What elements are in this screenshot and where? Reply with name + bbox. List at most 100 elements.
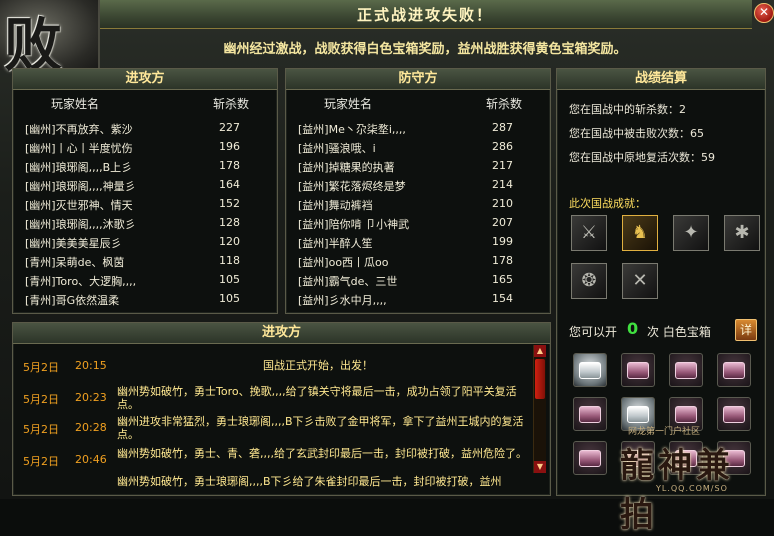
attack-player-name: [幽州]琅琊阁,,,,沐歌彡 bbox=[25, 218, 136, 231]
attack-kill-count: 227 bbox=[219, 121, 240, 134]
defense-kill-count: 165 bbox=[492, 273, 513, 286]
attack-kill-count: 105 bbox=[219, 273, 240, 286]
defense-kill-count: 210 bbox=[492, 197, 513, 210]
bear-icon[interactable]: ❂ bbox=[571, 263, 607, 299]
defense-row: [益州]彡水中月,,,, 154 bbox=[286, 290, 550, 308]
crossed-blades-icon[interactable]: ✕ bbox=[622, 263, 658, 299]
scroll-up-icon[interactable]: ▲ bbox=[534, 345, 546, 357]
chest-body bbox=[675, 406, 697, 423]
attack-player-name: [幽州]丨心丨半度忧伤 bbox=[25, 142, 133, 155]
attack-col-name: 玩家姓名 bbox=[51, 97, 100, 111]
defense-player-name: [益州]陪你啃 卩小神武 bbox=[298, 218, 410, 231]
chest-body bbox=[627, 362, 649, 379]
defense-player-name: [益州]骚浪哦、i bbox=[298, 142, 376, 155]
log-date: 5月2日 bbox=[23, 423, 59, 436]
chest-body bbox=[675, 362, 697, 379]
beast-claw-icon-glyph: ✱ bbox=[734, 222, 750, 243]
attack-row: [幽州]不再放弃、紫沙 227 bbox=[13, 119, 277, 137]
attack-player-name: [青州]呆萌de、枫茵 bbox=[25, 256, 125, 269]
defense-kill-count: 286 bbox=[492, 140, 513, 153]
flame-icon[interactable]: ✦ bbox=[673, 215, 709, 251]
defense-kill-count: 199 bbox=[492, 235, 513, 248]
pink-chest-icon[interactable] bbox=[669, 353, 703, 387]
defense-kill-count: 154 bbox=[492, 292, 513, 305]
attack-kill-count: 118 bbox=[219, 254, 240, 267]
crossed-blades-icon-glyph: ✕ bbox=[632, 270, 648, 291]
log-entry: 5月2日 20:28 幽州进攻非常猛烈，勇士琅琊阁,,,,B下彡击败了金甲将军，拿下… bbox=[13, 415, 533, 445]
log-message: 幽州势如破竹，勇士、青、砻,,,,给了玄武封印最后一击，封印被打破，益州危险了。 bbox=[117, 447, 527, 460]
open-prefix: 您可以开 bbox=[569, 325, 618, 339]
defense-kill-count: 214 bbox=[492, 178, 513, 191]
log-message: 幽州进攻非常猛烈，勇士琅琊阁,,,,B下彡击败了金甲将军，拿下了益州王城内的复活… bbox=[117, 415, 524, 441]
attack-kill-count: 152 bbox=[219, 197, 240, 210]
pink-chest-icon[interactable] bbox=[573, 397, 607, 431]
attack-kill-count: 128 bbox=[219, 216, 240, 229]
attack-player-name: [青州]哥G依然温柔 bbox=[25, 294, 120, 307]
attack-row: [幽州]灭世邪神、情天 152 bbox=[13, 195, 277, 213]
attack-kill-count: 120 bbox=[219, 235, 240, 248]
attack-col-kills: 斩杀数 bbox=[213, 97, 250, 111]
defense-player-name: [益州]半醉人笙 bbox=[298, 237, 373, 250]
defense-kill-count: 287 bbox=[492, 121, 513, 134]
log-time: 20:28 bbox=[75, 421, 107, 434]
battle-log-panel: 进攻方 5月2日 20:15 国战正式开始，出发！ 5月2日 20:23 幽州势如破竹，勇… bbox=[12, 322, 551, 496]
scroll-thumb[interactable] bbox=[535, 359, 545, 399]
defense-panel-title: 防守方 bbox=[286, 69, 550, 90]
close-button[interactable]: ✕ bbox=[754, 3, 774, 23]
log-entry: 幽州势如破竹，勇士琅琊阁,,,,B下彡给了朱雀封印最后一击，封印被打破，益州 bbox=[13, 475, 533, 495]
detail-button[interactable]: 详 bbox=[735, 319, 757, 341]
watermark-url: YL.QQ.COM/SO bbox=[656, 484, 728, 493]
sword-icon[interactable]: ⚔ bbox=[571, 215, 607, 251]
defense-player-name: [益州]舞动裤裆 bbox=[298, 199, 373, 212]
defense-row: [益州]陪你啃 卩小神武 207 bbox=[286, 214, 550, 232]
defense-row: [益州]Me丶尕柒堥i,,,, 287 bbox=[286, 119, 550, 137]
summary-panel-title: 战绩结算 bbox=[557, 69, 765, 90]
defense-col-kills: 斩杀数 bbox=[486, 97, 523, 111]
attack-player-name: [幽州]琅琊阁,,,,B上彡 bbox=[25, 161, 133, 174]
defense-player-name: [益州]彡水中月,,,, bbox=[298, 294, 387, 307]
defense-row: [益州]繁花落烬终是梦 214 bbox=[286, 176, 550, 194]
beast-claw-icon[interactable]: ✱ bbox=[724, 215, 760, 251]
attack-row: [青州]哥G依然温柔 105 bbox=[13, 290, 277, 308]
defense-col-name: 玩家姓名 bbox=[324, 97, 373, 111]
attack-kill-count: 105 bbox=[219, 292, 240, 305]
attack-panel: 进攻方 玩家姓名 斩杀数 [幽州]不再放弃、紫沙 227 [幽州]丨心丨半度忧伤 19… bbox=[12, 68, 278, 314]
log-scrollbar[interactable]: ▲ ▼ bbox=[533, 345, 546, 473]
result-banner: 幽州经过激战，战败获得白色宝箱奖励，益州战胜获得黄色宝箱奖励。 bbox=[98, 30, 752, 62]
defense-kill-count: 178 bbox=[492, 254, 513, 267]
log-entry: 5月2日 20:46 幽州势如破竹，勇士、青、砻,,,,给了玄武封印最后一击，封印被… bbox=[13, 447, 533, 477]
achievements-label: 此次国战成就： bbox=[569, 197, 646, 210]
log-date: 5月2日 bbox=[23, 361, 59, 374]
defense-row: [益州]骚浪哦、i 286 bbox=[286, 138, 550, 156]
attack-player-name: [幽州]琅琊阁,,,,神量彡 bbox=[25, 180, 136, 193]
white-chest-icon[interactable] bbox=[573, 353, 607, 387]
site-watermark: 网龙第一门户社区 龍神兼拍 YL.QQ.COM/SO bbox=[606, 424, 766, 535]
golden-warrior-icon[interactable]: ♞ bbox=[622, 215, 658, 251]
defense-row: [益州]掉糖果的执著 217 bbox=[286, 157, 550, 175]
defense-row: [益州]舞动裤裆 210 bbox=[286, 195, 550, 213]
attack-panel-title: 进攻方 bbox=[13, 69, 277, 90]
chest-body bbox=[579, 406, 601, 423]
scroll-down-icon[interactable]: ▼ bbox=[534, 461, 546, 473]
attack-player-name: [青州]Toro、大逻胸,,,, bbox=[25, 275, 137, 288]
log-message: 国战正式开始，出发！ bbox=[263, 359, 373, 372]
pink-chest-icon[interactable] bbox=[621, 353, 655, 387]
attack-kill-count: 178 bbox=[219, 159, 240, 172]
golden-warrior-icon-glyph: ♞ bbox=[631, 222, 649, 243]
attack-kill-count: 196 bbox=[219, 140, 240, 153]
log-message: 幽州势如破竹，勇士琅琊阁,,,,B下彡给了朱雀封印最后一击，封印被打破，益州 bbox=[117, 475, 502, 488]
stat-defeated: 您在国战中被击败次数：65 bbox=[569, 127, 704, 140]
defense-player-name: [益州]掉糖果的执著 bbox=[298, 161, 395, 174]
chest-body bbox=[579, 450, 601, 467]
window-title: 正式战进攻失败！ bbox=[356, 6, 493, 24]
bear-icon-glyph: ❂ bbox=[581, 270, 597, 291]
defense-kill-count: 217 bbox=[492, 159, 513, 172]
defense-player-name: [益州]霸气de、三世 bbox=[298, 275, 398, 288]
log-time: 20:15 bbox=[75, 359, 107, 372]
pink-chest-icon[interactable] bbox=[717, 353, 751, 387]
log-date: 5月2日 bbox=[23, 393, 59, 406]
log-time: 20:23 bbox=[75, 391, 107, 404]
defense-kill-count: 207 bbox=[492, 216, 513, 229]
pink-chest-icon[interactable] bbox=[573, 441, 607, 475]
chest-body bbox=[723, 406, 745, 423]
